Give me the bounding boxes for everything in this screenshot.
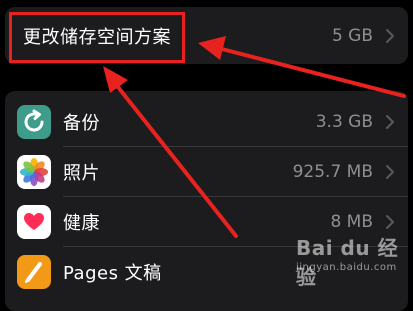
watermark-brand: Bai du 经验 bbox=[296, 236, 399, 289]
annotation-arrow-right bbox=[198, 36, 406, 98]
watermark-url: jingyan.baidu.com bbox=[296, 262, 397, 273]
annotation-arrow-down bbox=[103, 66, 238, 238]
baidu-jingyan-watermark: Bai du 经验 jingyan.baidu.com bbox=[290, 230, 410, 289]
